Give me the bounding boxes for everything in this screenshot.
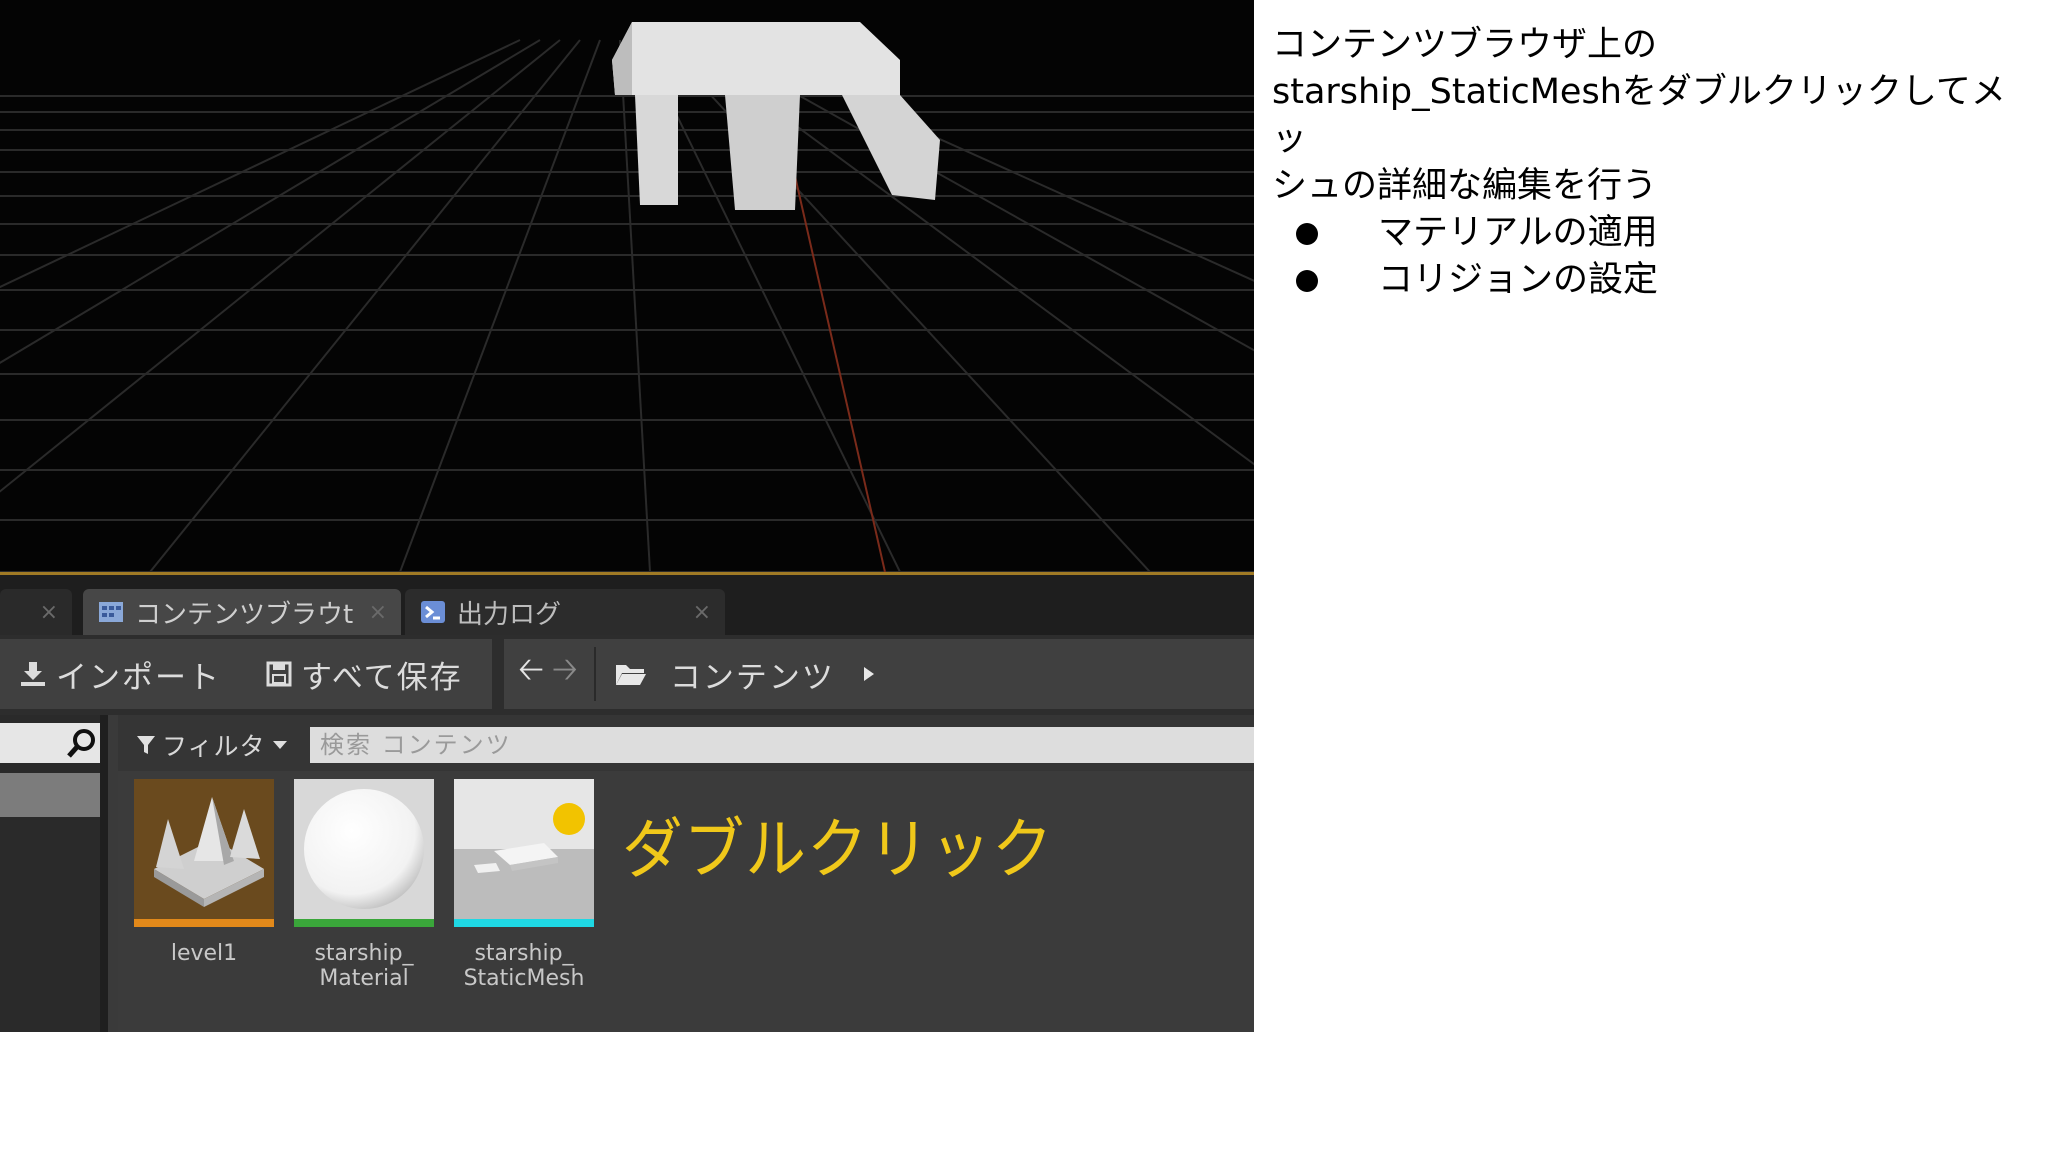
asset-type-bar <box>454 919 594 927</box>
folder-icon <box>615 665 646 685</box>
filter-icon <box>137 736 155 754</box>
search-icon <box>67 729 95 758</box>
material-sphere-icon <box>304 789 424 909</box>
import-icon <box>21 662 45 686</box>
staticmesh-thumbnail <box>454 779 594 919</box>
close-icon[interactable]: × <box>40 600 58 625</box>
level-thumbnail <box>134 779 274 919</box>
chevron-down-icon <box>272 741 287 749</box>
asset-tile-level1[interactable]: level1 <box>134 779 274 966</box>
bullet-dot <box>1296 222 1318 245</box>
asset-label: starship_ StaticMesh <box>463 941 585 991</box>
level-viewport[interactable] <box>0 0 1254 572</box>
import-button[interactable]: インポート <box>18 652 221 697</box>
editor-screenshot: × コンテンツブラウt × 出力ログ × インポート すべて保存 🡠 🡢 コンテ… <box>0 0 1254 1032</box>
instruction-bullets: マテリアルの適用 コリジョンの設定 <box>1296 210 1658 304</box>
starship-mesh <box>612 22 940 210</box>
close-icon[interactable]: × <box>369 600 387 625</box>
asset-search-input[interactable] <box>310 727 1254 763</box>
asset-label: starship_ Material <box>314 941 414 991</box>
tab-hidden[interactable]: × <box>0 589 72 635</box>
forward-arrow-icon[interactable]: 🡢 <box>552 647 578 701</box>
tab-output-log[interactable]: 出力ログ × <box>405 589 725 635</box>
viewport-grid <box>0 22 1254 572</box>
back-arrow-icon[interactable]: 🡠 <box>518 647 544 701</box>
content-browser-toolbar: インポート すべて保存 🡠 🡢 コンテンツ <box>0 635 1254 715</box>
toolbar-navigation: 🡠 🡢 コンテンツ <box>504 639 1254 709</box>
bullet-item: コリジョンの設定 <box>1296 257 1658 304</box>
save-all-button[interactable]: すべて保存 <box>265 652 463 697</box>
tab-content-browser[interactable]: コンテンツブラウt × <box>83 589 401 635</box>
tab-label: 出力ログ <box>457 599 562 630</box>
level-icon <box>154 797 264 907</box>
chevron-right-icon[interactable] <box>861 664 877 684</box>
filter-bar: フィルタ <box>118 715 1254 771</box>
panel-tab-bar: × コンテンツブラウt × 出力ログ × <box>0 575 1254 635</box>
sources-panel <box>0 715 108 1032</box>
staticmesh-icon <box>454 779 594 919</box>
asset-tile-starship-material[interactable]: starship_ Material <box>294 779 434 991</box>
save-icon <box>266 661 292 687</box>
asset-tile-starship-staticmesh[interactable]: starship_ StaticMesh <box>454 779 594 991</box>
asset-type-bar <box>134 919 274 927</box>
close-icon[interactable]: × <box>693 600 711 625</box>
tab-label: コンテンツブラウt <box>135 599 354 630</box>
folder-tree-item-selected[interactable] <box>0 773 100 817</box>
panel-splitter[interactable] <box>100 715 108 1032</box>
filter-button[interactable]: フィルタ <box>136 727 288 763</box>
bullet-dot <box>1296 269 1318 292</box>
asset-type-bar <box>294 919 434 927</box>
breadcrumb-contents[interactable]: コンテンツ <box>670 652 835 697</box>
instruction-text: コンテンツブラウザ上の starship_StaticMeshをダブルクリックし… <box>1272 25 2006 206</box>
folder-search-input[interactable] <box>0 723 100 763</box>
material-thumbnail <box>294 779 434 919</box>
toolbar-actions: インポート すべて保存 <box>0 639 492 709</box>
divider <box>593 647 596 701</box>
asset-label: level1 <box>170 941 238 966</box>
bullet-item: マテリアルの適用 <box>1296 210 1658 257</box>
output-log-icon <box>421 601 445 623</box>
content-browser-icon <box>99 602 123 622</box>
double-click-callout: ダブルクリック <box>622 811 1054 888</box>
